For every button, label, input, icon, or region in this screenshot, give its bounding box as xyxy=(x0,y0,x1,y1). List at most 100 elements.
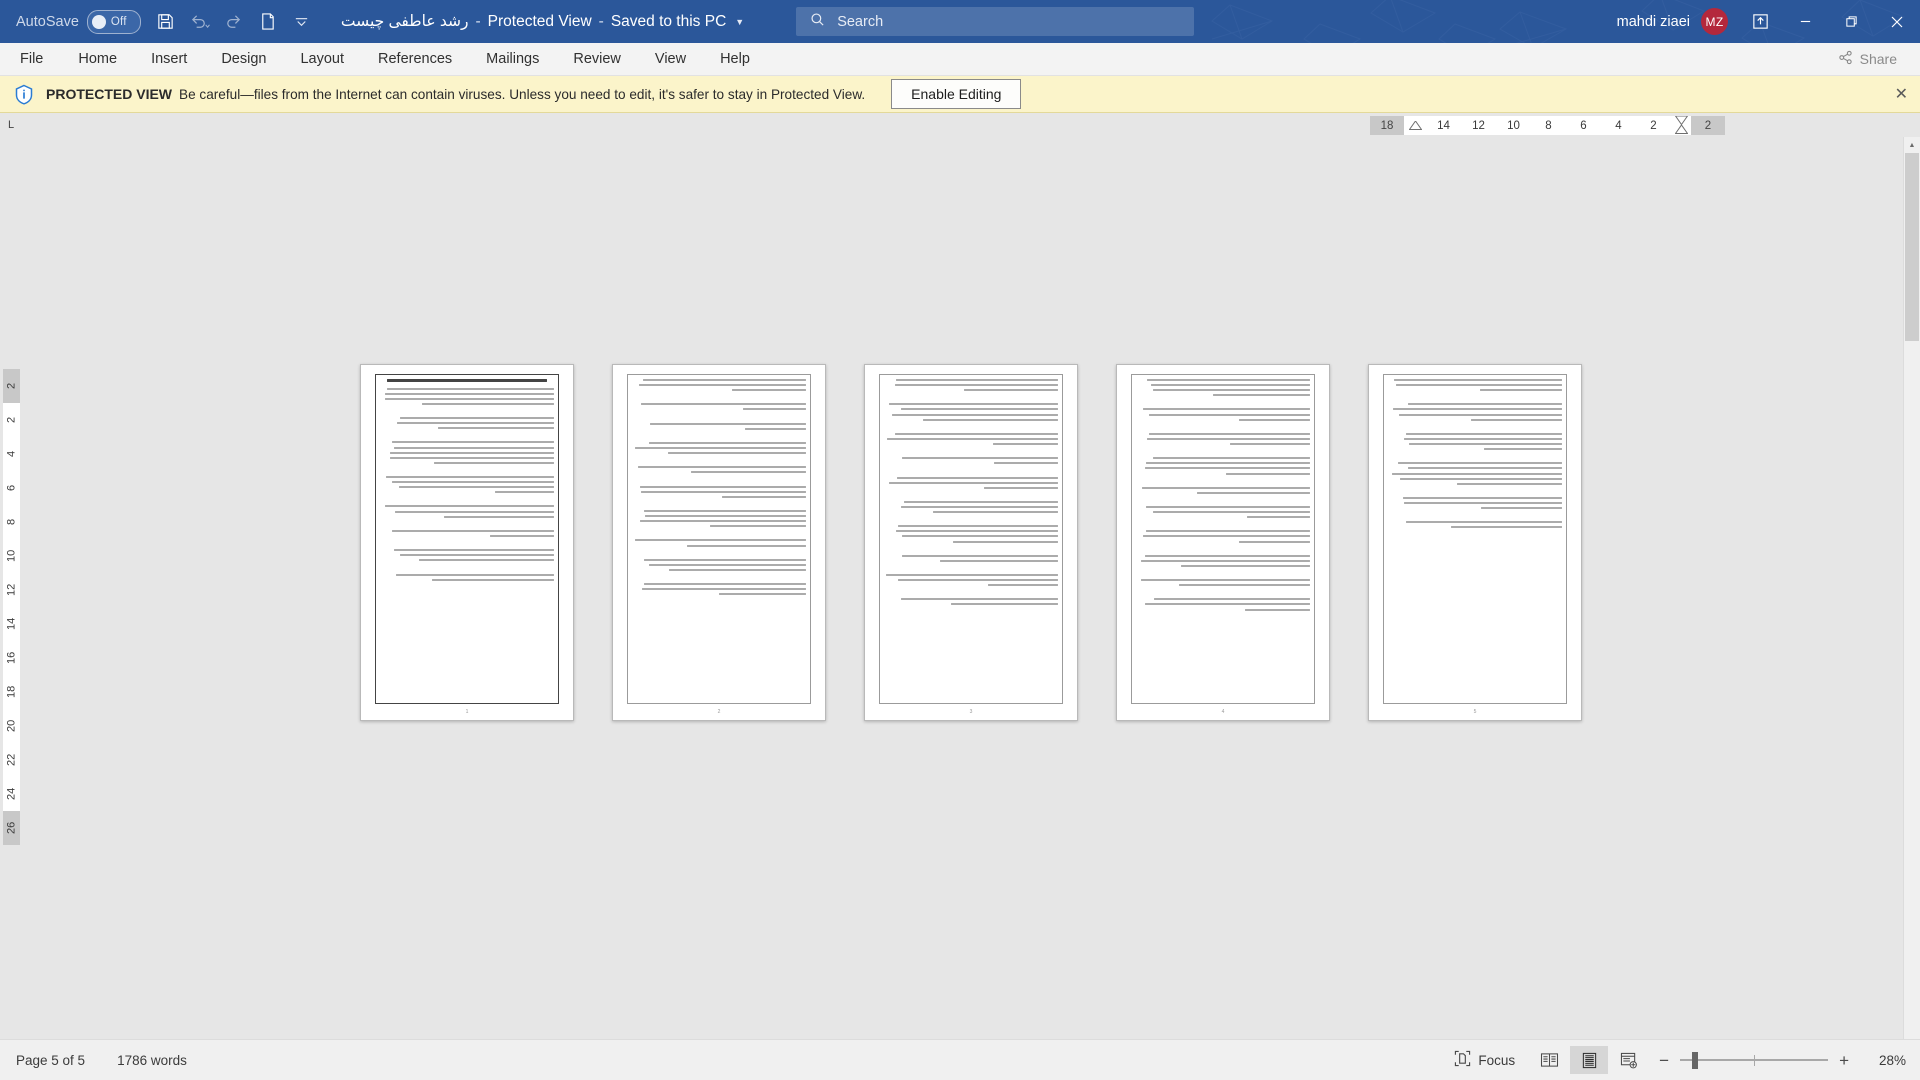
page-footer-number: 5 xyxy=(1473,709,1477,715)
tab-home[interactable]: Home xyxy=(61,43,134,75)
page-text-line xyxy=(742,408,806,411)
right-indent-marker[interactable] xyxy=(1671,116,1691,135)
page-paragraph-gap xyxy=(1136,546,1310,552)
left-indent-marker[interactable] xyxy=(1404,121,1426,130)
ruler-number-4: 4 xyxy=(1615,119,1622,132)
enable-editing-button[interactable]: Enable Editing xyxy=(891,79,1022,109)
page-text-area xyxy=(1383,374,1567,704)
vertical-scrollbar[interactable]: ▲ xyxy=(1903,137,1920,1042)
page-text-line xyxy=(900,505,1058,508)
document-title-area[interactable]: رشد عاطفی چیست - Protected View - Saved … xyxy=(341,12,744,31)
page-text-line xyxy=(394,549,554,552)
page-text-line xyxy=(386,476,554,478)
vruler-number-12: 12 xyxy=(5,583,18,597)
page-paragraph-gap xyxy=(380,584,554,590)
focus-button[interactable]: Focus xyxy=(1440,1050,1529,1070)
page-text-line xyxy=(1142,408,1310,411)
customize-quick-access-icon[interactable] xyxy=(285,5,319,39)
document-page[interactable]: 4 xyxy=(1116,364,1330,721)
page-text-line xyxy=(896,476,1058,479)
page-canvas[interactable]: 1 2 3 4 5 ▲ xyxy=(22,137,1920,1042)
page-text-line xyxy=(1144,554,1310,557)
restore-icon[interactable] xyxy=(1828,0,1874,43)
zoom-percent[interactable]: 28% xyxy=(1860,1053,1906,1068)
ribbon-display-options-icon[interactable] xyxy=(1738,0,1782,43)
page-text-line xyxy=(1244,608,1310,611)
vruler-number-2: 2 xyxy=(5,416,18,424)
tab-help[interactable]: Help xyxy=(703,43,767,75)
page-text-line xyxy=(1396,384,1562,387)
vertical-scrollbar-thumb[interactable] xyxy=(1905,153,1919,341)
zoom-control[interactable]: − + 28% xyxy=(1649,1051,1920,1069)
plus-icon[interactable]: + xyxy=(1839,1052,1849,1069)
page-text-line xyxy=(394,510,554,513)
page-text-line xyxy=(895,432,1058,435)
word-count[interactable]: 1786 words xyxy=(101,1053,203,1068)
page-text-line xyxy=(1451,526,1562,529)
zoom-slider-knob[interactable] xyxy=(1692,1051,1699,1069)
autosave-switch[interactable]: Off xyxy=(86,9,141,34)
page-text-line xyxy=(390,451,554,454)
tab-review[interactable]: Review xyxy=(556,43,638,75)
minus-icon[interactable]: − xyxy=(1659,1052,1669,1069)
page-text-line xyxy=(397,422,554,425)
document-page[interactable]: 2 xyxy=(612,364,826,721)
ruler-margin-right: 2 xyxy=(1691,116,1725,135)
print-layout-icon[interactable] xyxy=(1570,1046,1609,1074)
page-text-line xyxy=(399,554,554,557)
close-icon[interactable] xyxy=(1874,0,1920,43)
close-icon[interactable]: ✕ xyxy=(1895,84,1908,104)
chevron-down-icon[interactable]: ▼ xyxy=(735,17,744,27)
page-paragraph-gap xyxy=(380,467,554,473)
autosave-toggle[interactable]: AutoSave Off xyxy=(8,9,149,34)
horizontal-ruler[interactable]: 18 14 12 10 8 6 4 2 2 xyxy=(1370,116,1725,135)
tab-file[interactable]: File xyxy=(0,43,61,75)
search-input[interactable]: Search xyxy=(796,7,1195,36)
document-page[interactable]: 1 xyxy=(360,364,574,721)
tab-view[interactable]: View xyxy=(638,43,703,75)
tab-stop-selector[interactable]: L xyxy=(0,113,22,137)
page-text-line xyxy=(1402,496,1562,499)
page-text-line xyxy=(639,384,806,387)
save-icon[interactable] xyxy=(149,5,183,39)
ruler-margin-left: 18 xyxy=(1370,116,1404,135)
page-indicator[interactable]: Page 5 of 5 xyxy=(0,1053,101,1068)
read-mode-icon[interactable] xyxy=(1530,1046,1568,1074)
page-text-line xyxy=(391,441,554,444)
page-text-line xyxy=(642,379,806,381)
page-paragraph-gap xyxy=(632,530,806,536)
undo-icon[interactable] xyxy=(183,5,217,39)
redo-icon[interactable] xyxy=(217,5,251,39)
vruler-number-24: 24 xyxy=(5,787,18,801)
ruler-track[interactable]: 14 12 10 8 6 4 2 xyxy=(1404,116,1691,135)
document-page[interactable]: 5 xyxy=(1368,364,1582,721)
web-layout-icon[interactable] xyxy=(1610,1046,1648,1074)
vruler-number-16: 16 xyxy=(5,651,18,665)
page-paragraph-gap xyxy=(632,457,806,463)
page-text-line xyxy=(1147,379,1310,381)
tab-insert[interactable]: Insert xyxy=(134,43,204,75)
page-paragraph-gap xyxy=(884,565,1058,571)
vruler-number-18: 18 xyxy=(5,685,18,699)
new-document-icon[interactable] xyxy=(251,5,285,39)
tab-design[interactable]: Design xyxy=(204,43,283,75)
tab-references[interactable]: References xyxy=(361,43,469,75)
status-bar-right: Focus − + 28% xyxy=(1440,1046,1920,1074)
page-paragraph-gap xyxy=(632,574,806,580)
page-text-line xyxy=(1178,584,1310,587)
zoom-slider[interactable] xyxy=(1680,1051,1829,1069)
title-bar-right: mahdi ziaei MZ xyxy=(1617,0,1920,43)
minimize-icon[interactable] xyxy=(1782,0,1828,43)
page-text-line xyxy=(1399,413,1562,416)
page-paragraph-gap xyxy=(1136,521,1310,527)
document-page[interactable]: 3 xyxy=(864,364,1078,721)
scroll-up-arrow-icon[interactable]: ▲ xyxy=(1904,137,1920,153)
page-paragraph-gap xyxy=(1136,497,1310,503)
tab-mailings[interactable]: Mailings xyxy=(469,43,556,75)
share-button[interactable]: Share xyxy=(1827,46,1908,72)
page-text-line xyxy=(993,462,1058,465)
vertical-ruler[interactable]: 2 2 4 6 8 10 12 14 16 18 20 22 24 26 xyxy=(0,137,22,1042)
page-text-line xyxy=(398,486,554,489)
account-button[interactable]: mahdi ziaei MZ xyxy=(1617,8,1738,35)
tab-layout[interactable]: Layout xyxy=(283,43,361,75)
